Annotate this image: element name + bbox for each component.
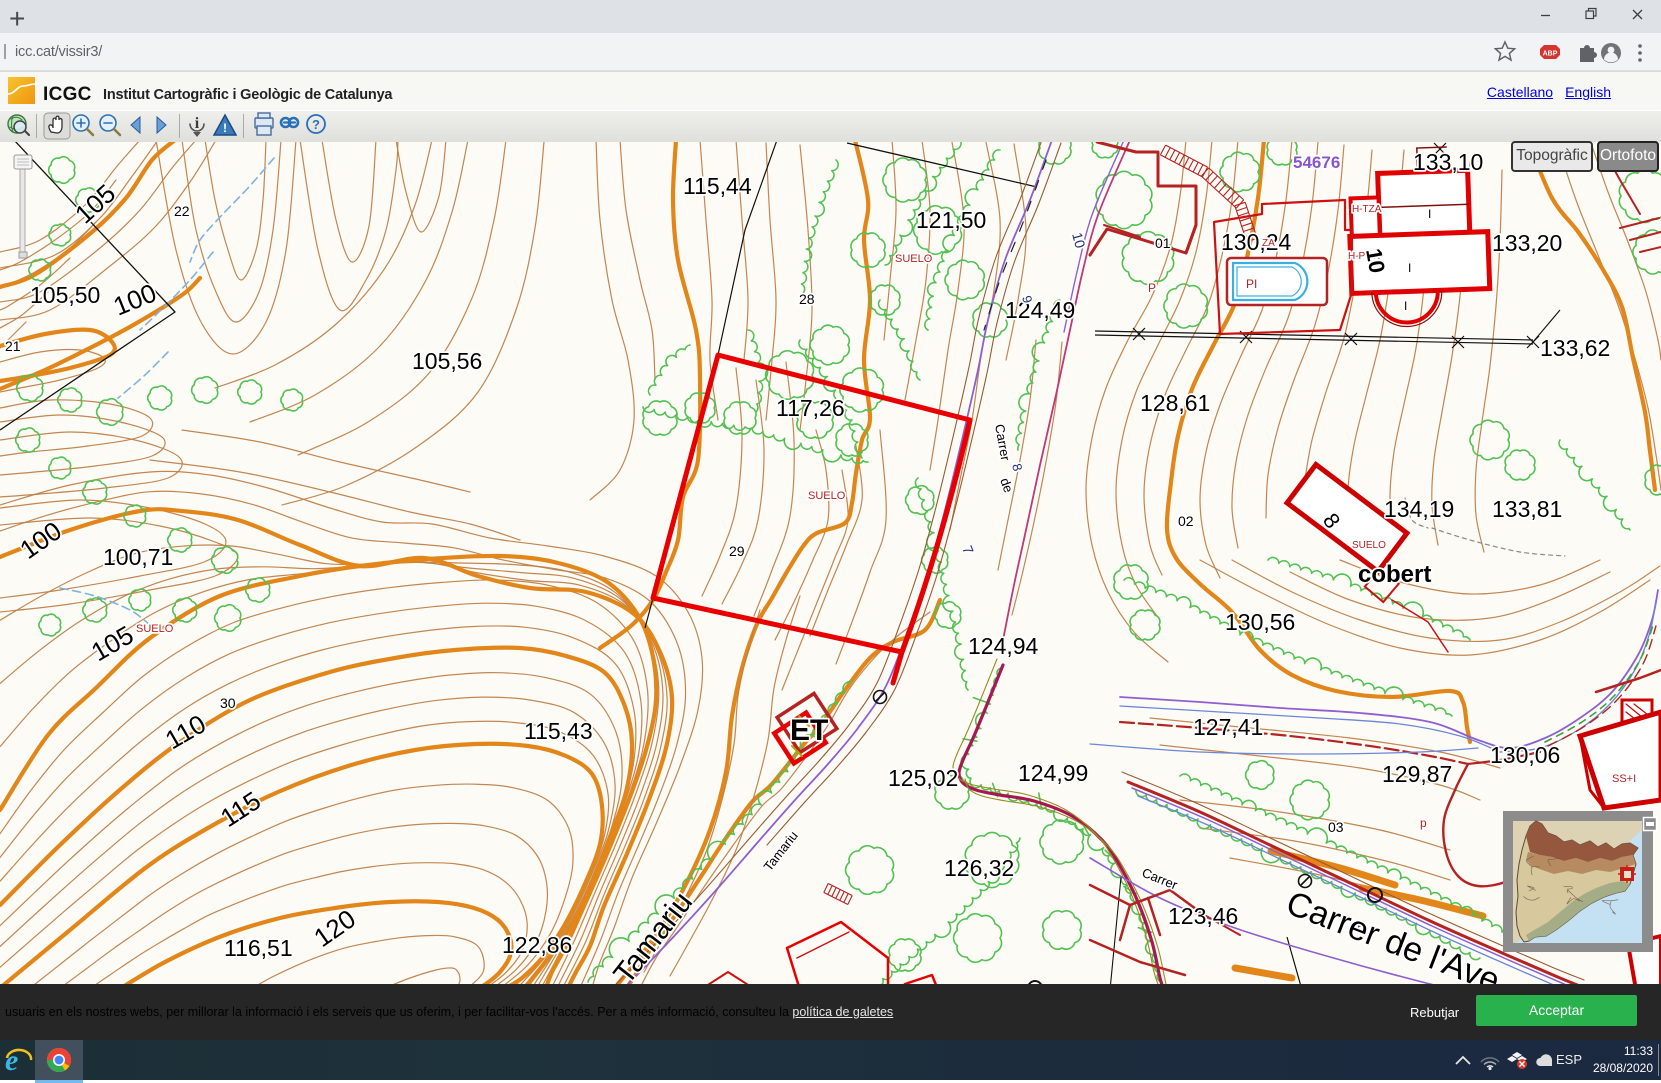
svg-text:cobert: cobert	[1358, 561, 1431, 588]
svg-text:133,10: 133,10	[1413, 149, 1483, 175]
svg-text:133,62: 133,62	[1540, 335, 1610, 361]
svg-text:01: 01	[1155, 235, 1171, 251]
svg-text:02: 02	[1178, 513, 1194, 529]
svg-text:I: I	[1428, 207, 1431, 221]
svg-text:124,99: 124,99	[1018, 760, 1088, 786]
svg-text:03: 03	[1328, 819, 1344, 835]
svg-text:128,61: 128,61	[1140, 390, 1210, 416]
svg-text:22: 22	[174, 203, 190, 219]
svg-text:i: i	[195, 115, 200, 132]
svg-text:105,50: 105,50	[30, 282, 100, 308]
svg-text:126,32: 126,32	[944, 855, 1014, 881]
svg-text:125,02: 125,02	[888, 765, 958, 791]
svg-text:SUELO: SUELO	[808, 490, 846, 502]
svg-text:116,51: 116,51	[224, 935, 293, 961]
svg-text:30: 30	[220, 695, 236, 711]
svg-text:SUELO: SUELO	[895, 253, 933, 265]
svg-text:122,86: 122,86	[502, 932, 572, 958]
svg-text:100,71: 100,71	[103, 544, 173, 570]
svg-text:134,19: 134,19	[1384, 496, 1454, 522]
svg-text:115,44: 115,44	[683, 173, 752, 199]
svg-text:130,06: 130,06	[1490, 742, 1560, 768]
svg-text:29: 29	[729, 543, 745, 559]
svg-text:ABP: ABP	[1543, 51, 1558, 58]
svg-text:115,43: 115,43	[524, 718, 593, 744]
svg-text:PI: PI	[1246, 277, 1257, 291]
svg-text:105,56: 105,56	[412, 348, 482, 374]
svg-text:ET: ET	[790, 714, 828, 747]
svg-text:!: !	[223, 121, 227, 135]
svg-text:21: 21	[5, 338, 21, 354]
svg-text:124,94: 124,94	[968, 633, 1039, 659]
svg-text:121,50: 121,50	[916, 207, 986, 233]
svg-text:129,87: 129,87	[1382, 761, 1452, 787]
svg-text:28: 28	[799, 291, 815, 307]
svg-text:124,49: 124,49	[1005, 297, 1075, 323]
svg-text:130,56: 130,56	[1225, 609, 1295, 635]
svg-text:SS+I: SS+I	[1612, 773, 1636, 785]
svg-text:?: ?	[312, 117, 320, 132]
svg-text:123,46: 123,46	[1168, 903, 1238, 929]
svg-text:H-TZA: H-TZA	[1352, 204, 1382, 215]
svg-text:117,26: 117,26	[776, 395, 845, 421]
svg-text:127,41: 127,41	[1193, 714, 1263, 740]
svg-text:SUELO: SUELO	[136, 623, 174, 635]
svg-text:p: p	[1420, 816, 1427, 830]
svg-text:133,81: 133,81	[1492, 496, 1562, 522]
svg-text:10: 10	[1361, 247, 1390, 275]
svg-text:133,20: 133,20	[1492, 230, 1562, 256]
svg-text:SUELO: SUELO	[1352, 540, 1386, 551]
svg-text:ZA: ZA	[1262, 238, 1275, 249]
svg-text:P: P	[1148, 281, 1156, 295]
svg-text:I: I	[1404, 299, 1407, 313]
svg-text:I: I	[1408, 261, 1411, 275]
svg-text:54676: 54676	[1293, 153, 1340, 172]
svg-text:130,24: 130,24	[1221, 229, 1292, 255]
